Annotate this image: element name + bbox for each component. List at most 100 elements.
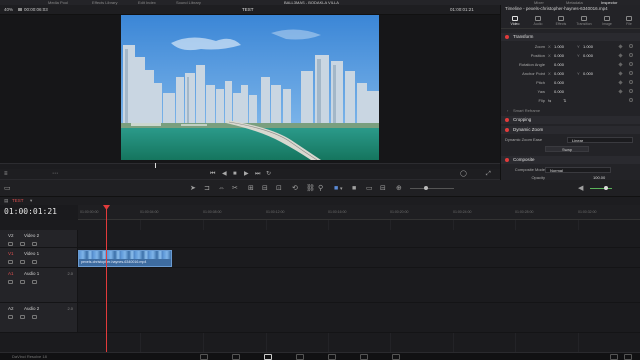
section-transform[interactable]: Transform — [501, 33, 640, 41]
mute-icon[interactable] — [32, 315, 37, 319]
mute-icon[interactable] — [32, 280, 37, 284]
fullscreen-icon[interactable]: ⤢ — [486, 171, 491, 177]
playhead[interactable] — [106, 205, 107, 352]
tab-transition[interactable]: Transition — [572, 16, 596, 26]
tab-image[interactable]: Image — [595, 16, 619, 26]
blade-tool-icon[interactable]: ✂ — [232, 185, 238, 192]
flag-dropdown-icon[interactable]: ▾ — [340, 186, 343, 193]
fairlight-page-icon[interactable] — [360, 354, 368, 360]
enable-dot-icon[interactable] — [505, 35, 509, 39]
track-header-v1[interactable]: V1 Video 1 — [0, 248, 78, 268]
viewer[interactable] — [0, 15, 500, 163]
position-lock-icon[interactable]: ⚲ — [318, 185, 323, 192]
linked-selection-icon[interactable]: ⛓ — [306, 185, 315, 192]
lock-icon[interactable] — [8, 280, 13, 284]
monitor-icon[interactable] — [32, 260, 37, 264]
go-to-start-icon[interactable]: ⏮ — [210, 171, 215, 177]
timeline-dropdown-icon[interactable]: ▾ — [30, 198, 32, 204]
dynamic-zoom-ease-select[interactable]: Linear — [567, 137, 633, 143]
trim-tool-icon[interactable]: ⊐ — [204, 185, 210, 192]
track-lane-a1[interactable] — [78, 268, 640, 303]
zoom-full-icon[interactable]: ▭ — [366, 185, 373, 192]
lock-icon[interactable] — [8, 315, 13, 319]
video-clip[interactable]: pexels-christopher-haynes-6340016.mp4 — [78, 250, 172, 267]
swap-button[interactable]: Swap — [545, 146, 589, 152]
enable-dot-icon[interactable] — [505, 128, 509, 132]
track-header-a2[interactable]: A2 Audio 2 2.0 — [0, 303, 78, 333]
solo-icon[interactable] — [20, 315, 25, 319]
insert-clip-icon[interactable]: ⊞ — [248, 185, 254, 192]
section-composite[interactable]: Composite — [501, 156, 640, 164]
auto-select-icon[interactable] — [20, 242, 25, 246]
reset-icon[interactable] — [629, 53, 633, 57]
tab-file[interactable]: File — [617, 16, 640, 26]
param-position[interactable]: Position X 0.000 Y 0.000 — [501, 52, 640, 60]
color-page-icon[interactable] — [328, 354, 336, 360]
volume-slider[interactable] — [590, 188, 612, 189]
deliver-page-icon[interactable] — [392, 354, 400, 360]
enable-dot-icon[interactable] — [505, 118, 509, 122]
selection-tool-icon[interactable]: ➤ — [190, 185, 196, 192]
flag-icon[interactable]: ■ — [334, 185, 338, 192]
reset-icon[interactable] — [629, 98, 633, 102]
keyframe-icon[interactable] — [618, 71, 623, 76]
marker-icon[interactable]: ■ — [352, 185, 356, 192]
section-dynamic-zoom[interactable]: Dynamic Zoom — [501, 126, 640, 134]
play-reverse-icon[interactable]: ◀ — [222, 171, 227, 177]
audio-levels-icon[interactable]: ≡ — [4, 171, 8, 177]
param-flip[interactable]: Flip ⇆ ⇅ — [501, 97, 640, 105]
tab-effects[interactable]: Effects — [549, 16, 573, 26]
keyframe-icon[interactable] — [618, 89, 623, 94]
lock-icon[interactable] — [8, 260, 13, 264]
video-frame[interactable] — [121, 15, 379, 160]
param-yaw[interactable]: Yaw 0.000 — [501, 88, 640, 96]
viewer-options-icon[interactable] — [18, 8, 22, 11]
section-smart-reframe[interactable]: › Smart Reframe — [501, 107, 640, 115]
param-zoom[interactable]: Zoom X 1.000 Y 1.000 — [501, 43, 640, 51]
timeline-ruler[interactable]: 01:00:00:00 01:00:04:00 01:00:08:00 01:0… — [78, 205, 640, 220]
auto-select-icon[interactable] — [20, 260, 25, 264]
tab-video[interactable]: Video — [503, 16, 527, 26]
loop-icon[interactable]: ↻ — [266, 171, 271, 177]
keyframe-icon[interactable] — [618, 62, 623, 67]
edit-page-icon[interactable] — [264, 354, 272, 360]
layout-icon[interactable]: ▭ — [4, 185, 11, 192]
snapping-icon[interactable]: ⟲ — [292, 185, 298, 192]
zoom-custom-icon[interactable]: ⊕ — [396, 185, 402, 192]
lock-icon[interactable] — [8, 242, 13, 246]
monitor-icon[interactable] — [32, 242, 37, 246]
viewer-menu-icon[interactable]: ⋯ — [52, 171, 58, 177]
keyframe-icon[interactable] — [618, 44, 623, 49]
timeline-timecode[interactable]: 01:00:01:21 — [4, 207, 57, 216]
media-page-icon[interactable] — [200, 354, 208, 360]
zoom-detail-icon[interactable]: ⊟ — [380, 185, 386, 192]
composite-mode-select[interactable]: Normal — [545, 167, 611, 173]
go-to-end-icon[interactable]: ⏭ — [255, 171, 260, 177]
settings-icon[interactable] — [624, 354, 632, 360]
section-cropping[interactable]: Cropping — [501, 116, 640, 124]
scrubber-handle[interactable] — [155, 163, 156, 168]
track-lane-v2[interactable] — [78, 230, 640, 248]
timeline-list-icon[interactable]: ▤ — [4, 198, 8, 204]
zoom-slider-handle[interactable] — [424, 186, 428, 190]
volume-icon[interactable]: ◀ — [578, 185, 583, 192]
flip-vertical-icon[interactable]: ⇅ — [563, 98, 566, 103]
home-icon[interactable] — [610, 354, 618, 360]
track-lane-a2[interactable] — [78, 303, 640, 333]
keyframe-icon[interactable] — [618, 80, 623, 85]
track-header-a1[interactable]: A1 Audio 1 2.0 — [0, 268, 78, 303]
overwrite-clip-icon[interactable]: ⊟ — [262, 185, 268, 192]
stop-icon[interactable]: ■ — [233, 171, 237, 177]
param-pitch[interactable]: Pitch 0.000 — [501, 79, 640, 87]
param-rotation-angle[interactable]: Rotation Angle 0.000 — [501, 61, 640, 69]
reset-icon[interactable] — [629, 62, 633, 66]
replace-clip-icon[interactable]: ⊡ — [276, 185, 282, 192]
match-frame-icon[interactable]: ◯ — [460, 171, 467, 177]
cut-page-icon[interactable] — [232, 354, 240, 360]
enable-dot-icon[interactable] — [505, 158, 509, 162]
timeline-name[interactable]: TEST — [12, 198, 24, 203]
play-icon[interactable]: ▶ — [244, 171, 249, 177]
flip-horizontal-icon[interactable]: ⇆ — [548, 98, 551, 103]
dynamic-trim-icon[interactable]: ⇔ — [218, 185, 225, 192]
viewer-zoom[interactable]: 40% — [4, 7, 13, 12]
